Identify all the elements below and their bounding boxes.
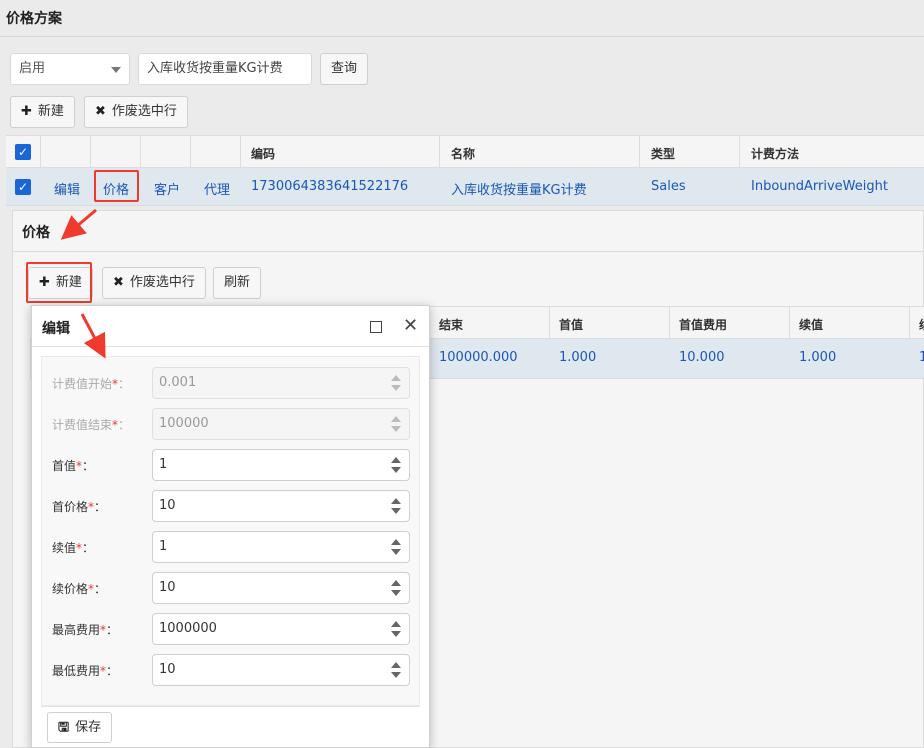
arrow-to-price-panel [60, 208, 97, 240]
arrow-to-dialog [80, 313, 106, 359]
annotation-arrows [60, 208, 106, 359]
